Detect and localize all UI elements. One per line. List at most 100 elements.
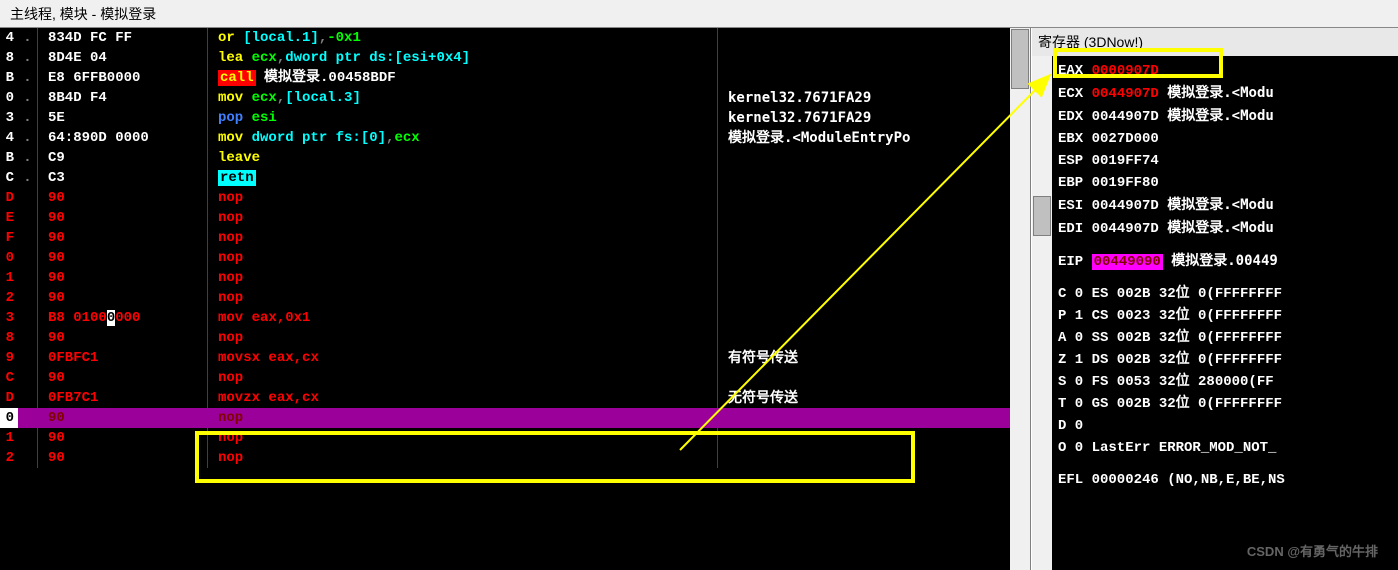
disasm-row[interactable]: 4.64:890D 0000mov dword ptr fs:[0],ecx模拟… [0, 128, 1030, 148]
register-line[interactable]: EDX 0044907D 模拟登录.<Modu [1058, 105, 1398, 128]
disasm-row[interactable]: 3.5Epop esikernel32.7671FA29 [0, 108, 1030, 128]
disasm-scrollbar[interactable] [1010, 28, 1030, 570]
flag-line[interactable]: Z 1 DS 002B 32位 0(FFFFFFFF [1058, 349, 1398, 371]
comment-col [718, 148, 728, 168]
register-line[interactable]: EBX 0027D000 [1058, 128, 1398, 150]
addr-col: 9 [0, 348, 18, 368]
addr-col: 3 [0, 308, 18, 328]
disasm-row[interactable]: 290nop [0, 288, 1030, 308]
register-line[interactable]: EBP 0019FF80 [1058, 172, 1398, 194]
comment-col: kernel32.7671FA29 [718, 88, 871, 108]
addr-col: 2 [0, 288, 18, 308]
registers-panel[interactable]: 寄存器 (3DNow!) EAX 0000907DECX 0044907D 模拟… [1031, 28, 1398, 570]
disasm-row[interactable]: 4.834D FC FFor [local.1],-0x1 [0, 28, 1030, 48]
addr-col: C [0, 168, 18, 188]
comment-col [718, 68, 728, 88]
disasm-row[interactable]: 0.8B4D F4mov ecx,[local.3]kernel32.7671F… [0, 88, 1030, 108]
disassembly-panel[interactable]: 4.834D FC FFor [local.1],-0x18.8D4E 04le… [0, 28, 1031, 570]
bytes-col: 90 [38, 288, 208, 308]
comment-col [718, 428, 728, 448]
disasm-row[interactable]: 290nop [0, 448, 1030, 468]
comment-col [718, 188, 728, 208]
comment-col: 有符号传送 [718, 348, 798, 368]
disasm-row[interactable]: B.C9leave [0, 148, 1030, 168]
register-line[interactable]: ESI 0044907D 模拟登录.<Modu [1058, 194, 1398, 217]
addr-col: C [0, 368, 18, 388]
addr-col: 8 [0, 48, 18, 68]
disasm-col: nop [208, 368, 718, 388]
addr-col: E [0, 208, 18, 228]
bytes-col: 90 [38, 188, 208, 208]
bytes-col: 0FB7C1 [38, 388, 208, 408]
comment-col [718, 268, 728, 288]
mark-col [18, 328, 38, 348]
register-line[interactable]: EAX 0000907D [1058, 60, 1398, 82]
register-line[interactable]: ESP 0019FF74 [1058, 150, 1398, 172]
disasm-col: nop [208, 248, 718, 268]
disasm-row[interactable]: 9 0FBFC1movsx eax,cx有符号传送 [0, 348, 1030, 368]
bytes-col: B8 01000000 [38, 308, 208, 328]
mark-col [18, 228, 38, 248]
bytes-col: 0FBFC1 [38, 348, 208, 368]
addr-col: 1 [0, 428, 18, 448]
disasm-row[interactable]: 190nop [0, 268, 1030, 288]
disasm-row[interactable]: C.C3retn [0, 168, 1030, 188]
mark-col [18, 408, 38, 428]
comment-col: 无符号传送 [718, 388, 798, 408]
disasm-row[interactable]: 890nop [0, 328, 1030, 348]
register-line[interactable]: EDI 0044907D 模拟登录.<Modu [1058, 217, 1398, 240]
disasm-col: nop [208, 408, 718, 428]
disasm-row[interactable]: 3 B8 01000000mov eax,0x1 [0, 308, 1030, 328]
disasm-col: nop [208, 188, 718, 208]
disasm-row[interactable]: 8.8D4E 04lea ecx,dword ptr ds:[esi+0x4] [0, 48, 1030, 68]
register-efl[interactable]: EFL 00000246 (NO,NB,E,BE,NS [1058, 469, 1398, 491]
mark-col: . [18, 108, 38, 128]
mark-col: . [18, 48, 38, 68]
mark-col [18, 188, 38, 208]
disasm-row[interactable]: 090nop [0, 248, 1030, 268]
mark-col [18, 248, 38, 268]
flag-line[interactable]: P 1 CS 0023 32位 0(FFFFFFFF [1058, 305, 1398, 327]
comment-col [718, 288, 728, 308]
comment-col [718, 408, 728, 428]
reg-scroll-thumb[interactable] [1033, 196, 1051, 236]
register-line[interactable]: ECX 0044907D 模拟登录.<Modu [1058, 82, 1398, 105]
disasm-col: call 模拟登录.00458BDF [208, 68, 718, 88]
register-eip[interactable]: EIP 00449090 模拟登录.00449 [1058, 250, 1398, 273]
flag-line[interactable]: S 0 FS 0053 32位 280000(FF [1058, 371, 1398, 393]
bytes-col: 90 [38, 208, 208, 228]
disasm-col: nop [208, 228, 718, 248]
addr-col: 8 [0, 328, 18, 348]
bytes-col: 90 [38, 228, 208, 248]
comment-col [718, 368, 728, 388]
bytes-col: 90 [38, 248, 208, 268]
disasm-row[interactable]: F90nop [0, 228, 1030, 248]
disasm-col: nop [208, 268, 718, 288]
disasm-row[interactable]: 190nop [0, 428, 1030, 448]
disasm-row[interactable]: D90nop [0, 188, 1030, 208]
flag-line[interactable]: D 0 [1058, 415, 1398, 437]
disasm-col: movsx eax,cx [208, 348, 718, 368]
disasm-row[interactable]: C90nop [0, 368, 1030, 388]
flag-line[interactable]: C 0 ES 002B 32位 0(FFFFFFFF [1058, 283, 1398, 305]
flag-line[interactable]: T 0 GS 002B 32位 0(FFFFFFFF [1058, 393, 1398, 415]
flag-line[interactable]: A 0 SS 002B 32位 0(FFFFFFFF [1058, 327, 1398, 349]
mark-col [18, 448, 38, 468]
flag-line[interactable]: O 0 LastErr ERROR_MOD_NOT_ [1058, 437, 1398, 459]
comment-col: 模拟登录.<ModuleEntryPo [718, 128, 910, 148]
disasm-row[interactable]: D0FB7C1movzx eax,cx无符号传送 [0, 388, 1030, 408]
disasm-col: mov eax,0x1 [208, 308, 718, 328]
bytes-col: 64:890D 0000 [38, 128, 208, 148]
reg-scrollbar[interactable] [1032, 56, 1052, 570]
disasm-row[interactable]: 090nop [0, 408, 1030, 428]
scroll-thumb[interactable] [1011, 29, 1029, 89]
mark-col [18, 388, 38, 408]
disasm-col: or [local.1],-0x1 [208, 28, 718, 48]
bytes-col: 90 [38, 428, 208, 448]
addr-col: B [0, 68, 18, 88]
mark-col [18, 368, 38, 388]
disasm-row[interactable]: E90nop [0, 208, 1030, 228]
main-container: 4.834D FC FFor [local.1],-0x18.8D4E 04le… [0, 28, 1398, 570]
mark-col: . [18, 168, 38, 188]
disasm-row[interactable]: B.E8 6FFB0000call 模拟登录.00458BDF [0, 68, 1030, 88]
